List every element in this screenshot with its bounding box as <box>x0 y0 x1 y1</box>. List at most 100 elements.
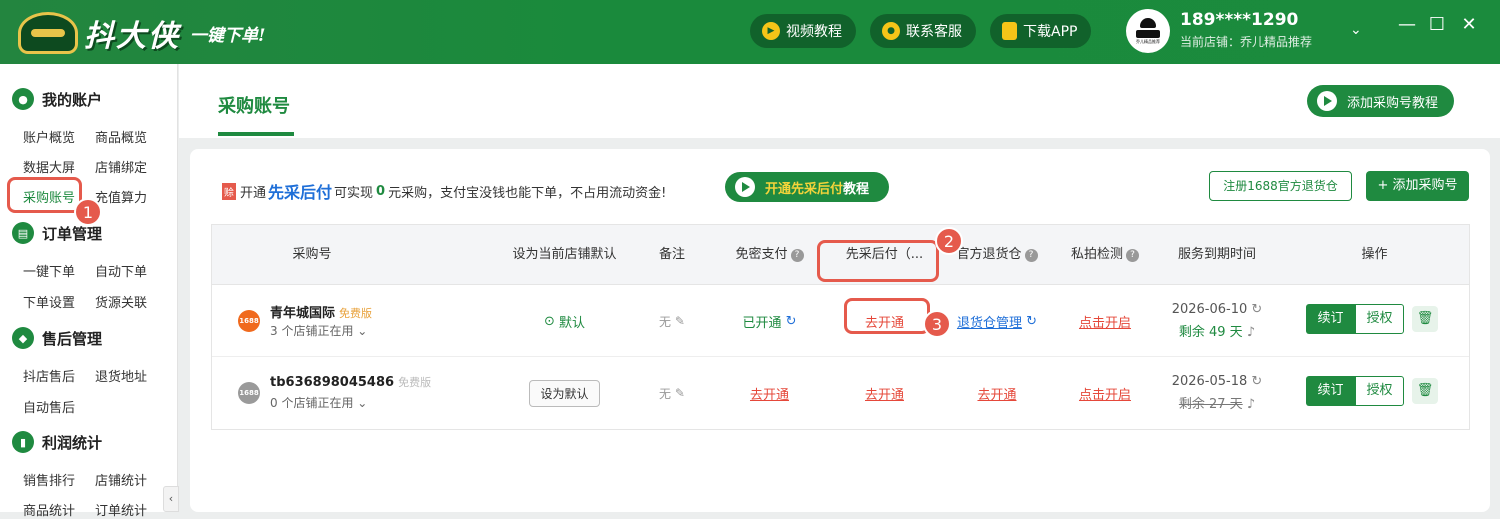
sidebar-section-profit[interactable]: ▮ 利润统计 <box>12 431 102 453</box>
user-icon: ● <box>12 88 34 110</box>
current-store: 当前店铺：乔儿精品推荐 <box>1180 35 1313 49</box>
sidebar-item-product-overview[interactable]: 商品概览 <box>95 127 147 146</box>
sidebar-item-order-stats[interactable]: 订单统计 <box>95 500 147 519</box>
paylater-activate-link[interactable]: 去开通 <box>865 384 904 403</box>
help-icon[interactable]: ? <box>1024 248 1038 262</box>
expiry-cell: 2026-05-18 ↻ 剩余 27 天 ♪ <box>1162 357 1272 429</box>
pwdfree-activate-link[interactable]: 去开通 <box>750 384 789 403</box>
page-title[interactable]: 采购账号 <box>218 92 290 118</box>
refresh-icon[interactable]: ↻ <box>1247 302 1262 317</box>
promo-banner: 赊 开通 先采后付 可实现 0 元采购，支付宝没钱也能下单，不占用流动资金! <box>222 179 666 203</box>
sidebar-item-product-stats[interactable]: 商品统计 <box>23 500 75 519</box>
sidebar-item-auto-order[interactable]: 自动下单 <box>95 261 147 280</box>
plan-badge: 免费版 <box>339 307 373 320</box>
return-warehouse-cell: 去开通 <box>947 357 1047 429</box>
register-return-warehouse-button[interactable]: 注册1688官方退货仓 <box>1209 171 1352 201</box>
chat-icon: ● <box>882 22 900 40</box>
help-icon[interactable]: ? <box>1126 248 1139 262</box>
col-return-warehouse: 官方退货仓? <box>947 225 1047 285</box>
section-title: 订单管理 <box>42 224 103 243</box>
col-private: 私拍检测? <box>1060 225 1150 285</box>
sidebar-item-account-overview[interactable]: 账户概览 <box>23 127 75 146</box>
authorize-button[interactable]: 授权 <box>1355 304 1404 334</box>
pwdfree-status: 已开通 ↻ <box>722 285 817 357</box>
callout-badge-1: 1 <box>74 198 102 226</box>
expiry-date-text: 2026-05-18 <box>1171 374 1248 389</box>
callout-highlight-3 <box>844 298 930 334</box>
trash-icon[interactable]: 🗑 <box>1412 378 1438 404</box>
default-cell: 设为默认 <box>507 357 622 429</box>
promo-prefix: 开通 <box>240 185 267 201</box>
col-note: 备注 <box>658 247 685 263</box>
content-card: 赊 开通 先采后付 可实现 0 元采购，支付宝没钱也能下单，不占用流动资金! 开… <box>190 149 1490 512</box>
sidebar-item-recharge[interactable]: 充值算力 <box>95 187 147 206</box>
remaining-days: 剩余 27 天 ♪ <box>1179 393 1255 412</box>
col-default: 设为当前店铺默认 <box>512 247 617 263</box>
bar-chart-icon: ▮ <box>12 431 34 453</box>
section-title: 我的账户 <box>42 90 103 109</box>
sidebar-item-store-binding[interactable]: 店铺绑定 <box>95 157 147 176</box>
page-header: 采购账号 添加采购号教程 <box>179 64 1500 138</box>
col-expiry: 服务到期时间 <box>1177 247 1256 263</box>
sidebar-section-account[interactable]: ● 我的账户 <box>12 88 102 110</box>
minimize-icon[interactable]: — <box>1394 12 1420 38</box>
set-default-button[interactable]: 设为默认 <box>529 379 600 407</box>
enable-private-link[interactable]: 点击开启 <box>1079 384 1131 403</box>
credit-tag: 赊 <box>222 182 236 200</box>
stores-using-dropdown[interactable]: 0 个店铺正在用 ⌄ <box>270 394 367 411</box>
note-cell[interactable]: 无 ✎ <box>632 285 712 357</box>
sidebar: ● 我的账户 账户概览 商品概览 数据大屏 店铺绑定 采购账号 充值算力 ▤ 订… <box>0 64 178 519</box>
pwdfree-text: 已开通 <box>742 315 782 331</box>
col-return-warehouse-label: 官方退货仓 <box>956 247 1022 263</box>
avatar[interactable]: 乔儿精品推荐 <box>1126 9 1170 53</box>
phone-icon <box>1002 22 1017 40</box>
add-purchase-account-button[interactable]: + 添加采购号 <box>1366 171 1469 201</box>
sidebar-item-order-settings[interactable]: 下单设置 <box>23 292 75 311</box>
return-warehouse-manage-link[interactable]: 退货仓管理 <box>957 312 1022 331</box>
sidebar-item-sales-ranking[interactable]: 销售排行 <box>23 470 75 489</box>
bell-icon[interactable]: ♪ <box>1243 397 1255 412</box>
contact-support-button[interactable]: ● 联系客服 <box>870 14 976 48</box>
sidebar-item-source-link[interactable]: 货源关联 <box>95 292 147 311</box>
bell-icon[interactable]: ♪ <box>1243 325 1255 340</box>
refresh-icon[interactable]: ↻ <box>781 314 797 329</box>
default-text: 默认 <box>559 315 586 331</box>
sidebar-item-one-click-order[interactable]: 一键下单 <box>23 261 75 280</box>
add-account-tutorial-button[interactable]: 添加采购号教程 <box>1307 85 1455 117</box>
chevron-down-icon[interactable]: ⌄ <box>1350 22 1362 38</box>
return-warehouse-activate-link[interactable]: 去开通 <box>977 384 1016 403</box>
trash-icon[interactable]: 🗑 <box>1412 306 1438 332</box>
avatar-body-icon <box>1136 29 1160 38</box>
sidebar-item-store-stats[interactable]: 店铺统计 <box>95 470 147 489</box>
sidebar-item-return-address[interactable]: 退货地址 <box>95 366 147 385</box>
sidebar-item-data-screen[interactable]: 数据大屏 <box>23 157 75 176</box>
enable-private-link[interactable]: 点击开启 <box>1079 312 1131 331</box>
sidebar-item-auto-after-sales[interactable]: 自动售后 <box>23 397 75 416</box>
col-pwdfree-label: 免密支付 <box>735 247 788 263</box>
promo-middle: 可实现 <box>334 185 374 201</box>
video-tutorial-button[interactable]: ▶ 视频教程 <box>750 14 856 48</box>
avatar-head-icon <box>1140 17 1156 28</box>
table-row: 1688 青年城国际 免费版 3 个店铺正在用 ⌄ ⊙ 默认 无 ✎ 已开通 ↻ … <box>212 285 1469 357</box>
col-pwdfree: 免密支付? <box>722 225 817 285</box>
sidebar-collapse-button[interactable]: ‹ <box>163 486 179 512</box>
close-icon[interactable]: ✕ <box>1456 12 1482 38</box>
paylater-tutorial-button[interactable]: 开通先采后付 教程 <box>725 172 890 202</box>
sidebar-item-douyin-after-sales[interactable]: 抖店售后 <box>23 366 75 385</box>
note-cell[interactable]: 无 ✎ <box>632 357 712 429</box>
help-icon[interactable]: ? <box>790 248 804 262</box>
sidebar-section-after-sales[interactable]: ◆ 售后管理 <box>12 327 102 349</box>
play-icon: ▶ <box>762 22 780 40</box>
authorize-button[interactable]: 授权 <box>1355 376 1404 406</box>
refresh-icon[interactable]: ↻ <box>1022 314 1037 329</box>
paylater-tutorial-suffix: 教程 <box>843 181 870 197</box>
download-app-button[interactable]: 下载APP <box>990 14 1092 48</box>
refresh-icon[interactable]: ↻ <box>1247 374 1262 389</box>
top-bar: 抖大侠 一键下单! ▶ 视频教程 ● 联系客服 下载APP 乔儿精品推荐 189… <box>0 0 1500 64</box>
renew-button[interactable]: 续订 <box>1306 376 1355 406</box>
maximize-icon[interactable]: ☐ <box>1424 12 1450 38</box>
renew-button[interactable]: 续订 <box>1306 304 1355 334</box>
logo-emblem-icon <box>18 12 78 54</box>
note-text: 无 <box>659 386 672 401</box>
stores-using-dropdown[interactable]: 3 个店铺正在用 ⌄ <box>270 322 367 339</box>
